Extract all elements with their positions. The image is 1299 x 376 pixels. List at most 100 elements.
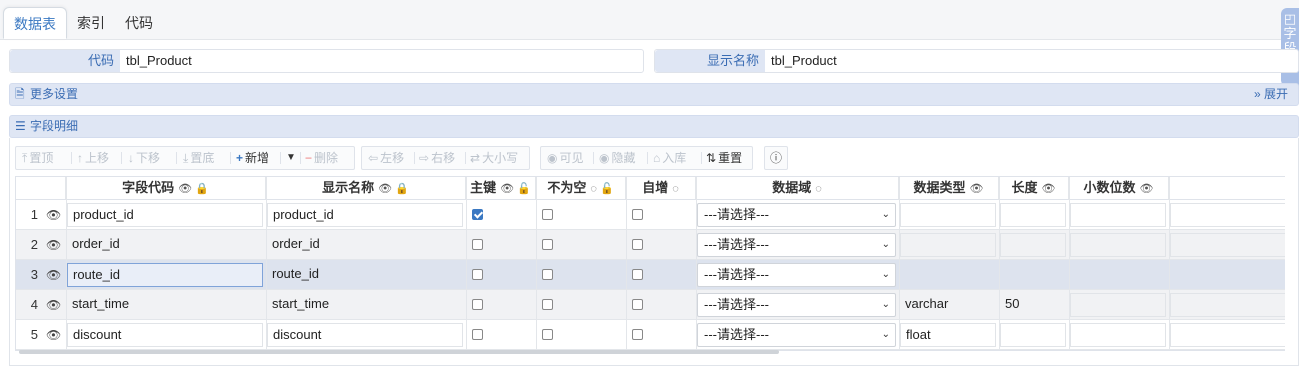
tab-index[interactable]: 索引 bbox=[72, 7, 110, 39]
field-code-input[interactable]: route_id bbox=[67, 263, 263, 287]
length-input[interactable] bbox=[1000, 203, 1066, 227]
data-type-input[interactable] bbox=[900, 233, 996, 257]
display-name-input[interactable]: product_id bbox=[267, 203, 463, 227]
not-null-checkbox[interactable] bbox=[542, 239, 553, 250]
length-input[interactable] bbox=[1000, 233, 1066, 257]
primary-key-checkbox[interactable] bbox=[472, 269, 483, 280]
field-code-input[interactable]: product_id bbox=[67, 203, 263, 227]
not-null-checkbox[interactable] bbox=[542, 299, 553, 310]
display-name-input[interactable]: route_id bbox=[267, 263, 463, 287]
not-null-checkbox[interactable] bbox=[542, 269, 553, 280]
move-bottom-button[interactable]: ⤓ 置底 bbox=[183, 147, 214, 169]
field-code-input[interactable]: discount bbox=[67, 323, 263, 347]
length-input[interactable]: 50 bbox=[1000, 293, 1066, 317]
more-settings-bar[interactable]: 🗎 更多设置 » 展开 bbox=[9, 83, 1299, 106]
reorder-button[interactable]: ⇅ 重置 bbox=[706, 147, 742, 169]
display-name-field[interactable]: 显示名称 tbl_Product bbox=[654, 49, 1299, 73]
data-type-input[interactable]: varchar bbox=[900, 293, 996, 317]
display-name-input[interactable]: discount bbox=[267, 323, 463, 347]
primary-key-checkbox[interactable] bbox=[472, 239, 483, 250]
data-type-input[interactable]: float bbox=[900, 323, 996, 347]
table-row[interactable]: 4 👁 start_time start_time ---请选择--- ⌄ var… bbox=[16, 290, 1285, 320]
field-code-input[interactable]: start_time bbox=[67, 293, 263, 317]
field-code-input[interactable]: order_id bbox=[67, 233, 263, 257]
extra-input[interactable] bbox=[1170, 323, 1285, 347]
extra-input[interactable] bbox=[1170, 233, 1285, 257]
auto-increment-checkbox[interactable] bbox=[632, 209, 643, 220]
delete-button[interactable]: − 删除 bbox=[305, 147, 338, 169]
extra-input[interactable] bbox=[1170, 293, 1285, 317]
move-right-button[interactable]: ⇨ 右移 bbox=[419, 147, 455, 169]
header-length[interactable]: 长度 👁 bbox=[999, 177, 1069, 200]
data-type-input[interactable] bbox=[900, 203, 996, 227]
header-field-code-label: 字段代码 bbox=[122, 180, 175, 195]
horizontal-scrollbar[interactable] bbox=[19, 350, 779, 354]
header-field-code[interactable]: 字段代码 👁 🔒 bbox=[66, 177, 266, 200]
tab-code[interactable]: 代码 bbox=[120, 7, 158, 39]
move-down-label: 下移 bbox=[136, 151, 161, 165]
toolbar-column-group: ⇦ 左移 ⇨ 右移 ⇄ 大小写 bbox=[361, 146, 530, 170]
case-button[interactable]: ⇄ 大小写 bbox=[470, 147, 518, 169]
auto-increment-checkbox[interactable] bbox=[632, 239, 643, 250]
eye-icon[interactable]: 👁 bbox=[46, 290, 61, 320]
primary-key-checkbox[interactable] bbox=[472, 209, 483, 220]
eye-icon[interactable]: 👁 bbox=[46, 200, 61, 230]
table-row[interactable]: 2 👁 order_id order_id ---请选择--- ⌄ bbox=[16, 230, 1285, 260]
chevron-down-icon: » bbox=[1253, 87, 1261, 101]
eye-icon: 👁 bbox=[1041, 183, 1056, 195]
column-divider bbox=[1169, 177, 1170, 350]
display-name-input[interactable]: tbl_Product bbox=[767, 50, 837, 72]
primary-key-checkbox[interactable] bbox=[472, 299, 483, 310]
table-row[interactable]: 5 👁 discount discount ---请选择--- ⌄ float bbox=[16, 320, 1285, 350]
decimal-input[interactable] bbox=[1070, 203, 1166, 227]
extra-input[interactable] bbox=[1170, 203, 1285, 227]
data-domain-select[interactable]: ---请选择--- ⌄ bbox=[697, 293, 896, 317]
table-row[interactable]: 3 👁 route_id route_id ---请选择--- ⌄ bbox=[16, 260, 1285, 290]
length-input[interactable] bbox=[1000, 263, 1066, 287]
store-button[interactable]: ⌂ 入库 bbox=[653, 147, 686, 169]
data-domain-select[interactable]: ---请选择--- ⌄ bbox=[697, 323, 896, 347]
auto-increment-checkbox[interactable] bbox=[632, 269, 643, 280]
code-input[interactable]: tbl_Product bbox=[122, 50, 192, 72]
data-type-input[interactable] bbox=[900, 263, 996, 287]
eye-icon[interactable]: 👁 bbox=[46, 230, 61, 260]
length-input[interactable] bbox=[1000, 323, 1066, 347]
select-value: ---请选择--- bbox=[704, 207, 769, 222]
header-not-null[interactable]: 不为空 ◌ 🔓 bbox=[536, 177, 626, 200]
info-button[interactable]: ⓘ bbox=[764, 146, 788, 170]
header-auto-increment[interactable]: 自增 ◌ bbox=[626, 177, 696, 200]
primary-key-checkbox[interactable] bbox=[472, 329, 483, 340]
tab-datatable[interactable]: 数据表 bbox=[3, 7, 67, 39]
header-primary-key[interactable]: 主键 👁 🔓 bbox=[466, 177, 536, 200]
header-data-type[interactable]: 数据类型 👁 bbox=[899, 177, 999, 200]
decimal-input[interactable] bbox=[1070, 233, 1166, 257]
display-name-input[interactable]: start_time bbox=[267, 293, 463, 317]
header-data-domain[interactable]: 数据域 ◌ bbox=[696, 177, 899, 200]
auto-increment-checkbox[interactable] bbox=[632, 299, 643, 310]
move-left-button[interactable]: ⇦ 左移 bbox=[368, 147, 404, 169]
move-up-button[interactable]: ↑ 上移 bbox=[77, 147, 109, 169]
expand-toggle[interactable]: » 展开 bbox=[1254, 84, 1288, 105]
header-display-name[interactable]: 显示名称 👁 🔒 bbox=[266, 177, 466, 200]
display-name-input[interactable]: order_id bbox=[267, 233, 463, 257]
data-domain-select[interactable]: ---请选择--- ⌄ bbox=[697, 233, 896, 257]
add-dropdown-button[interactable]: ▼ bbox=[286, 147, 296, 169]
table-row[interactable]: 1 👁 product_id product_id ---请选择--- ⌄ bbox=[16, 200, 1285, 230]
auto-increment-checkbox[interactable] bbox=[632, 329, 643, 340]
code-field[interactable]: 代码 tbl_Product bbox=[9, 49, 644, 73]
hide-button[interactable]: ◉ 隐藏 bbox=[599, 147, 636, 169]
not-null-checkbox[interactable] bbox=[542, 329, 553, 340]
move-top-button[interactable]: ⤒ 置顶 bbox=[22, 147, 53, 169]
eye-icon[interactable]: 👁 bbox=[46, 320, 61, 350]
visible-button[interactable]: ◉ 可见 bbox=[547, 147, 584, 169]
data-domain-select[interactable]: ---请选择--- ⌄ bbox=[697, 203, 896, 227]
data-domain-select[interactable]: ---请选择--- ⌄ bbox=[697, 263, 896, 287]
decimal-input[interactable] bbox=[1070, 323, 1166, 347]
add-button[interactable]: + 新增 bbox=[236, 147, 269, 169]
eye-icon[interactable]: 👁 bbox=[46, 260, 61, 290]
field-library-tab[interactable]: ◰ 字段库 bbox=[1281, 8, 1299, 86]
not-null-checkbox[interactable] bbox=[542, 209, 553, 220]
decimal-input[interactable] bbox=[1070, 293, 1166, 317]
move-down-button[interactable]: ↓ 下移 bbox=[128, 147, 160, 169]
header-decimal[interactable]: 小数位数 👁 bbox=[1069, 177, 1169, 200]
